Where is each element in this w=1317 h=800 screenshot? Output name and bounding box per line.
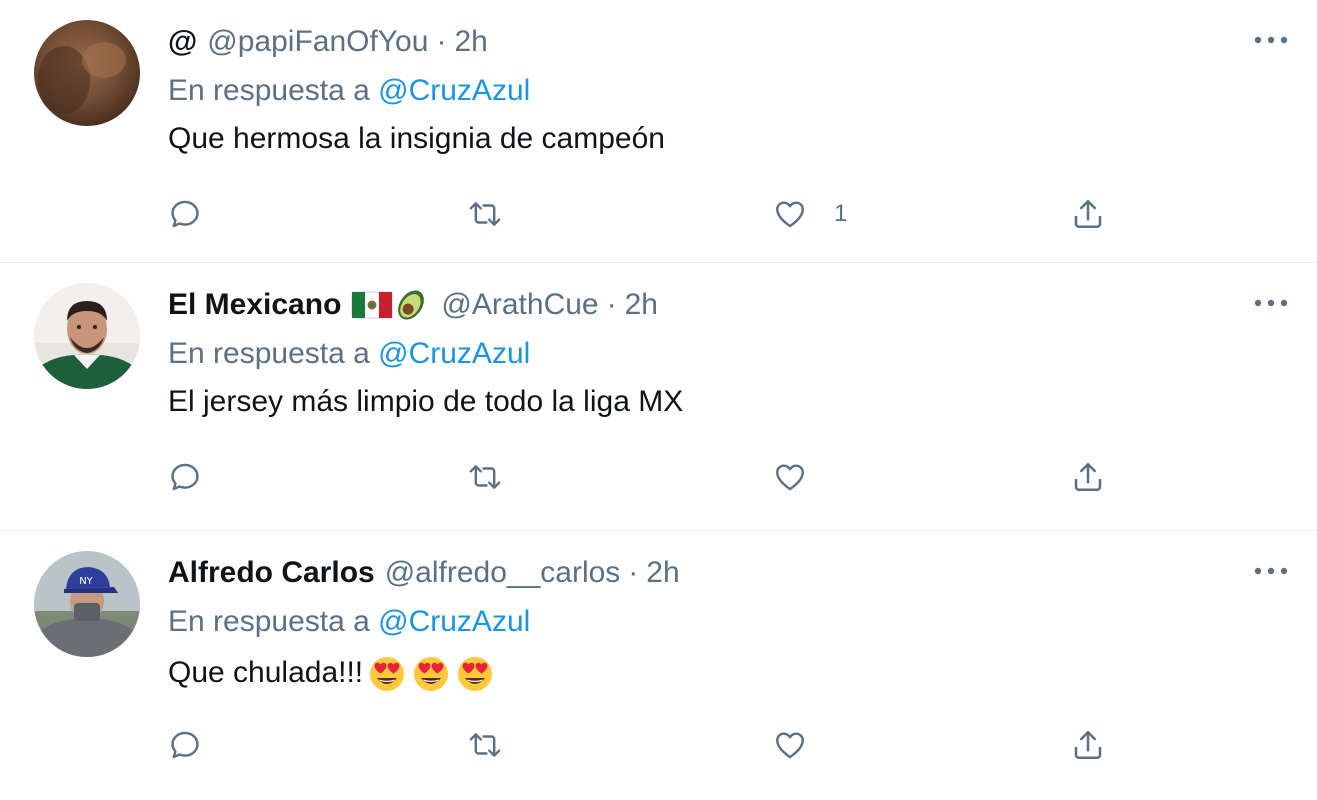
like-button[interactable]: 1 <box>772 190 847 238</box>
share-button[interactable] <box>1070 190 1106 238</box>
mexico-flag-emoji-icon <box>351 291 393 319</box>
more-options-button[interactable] <box>1251 293 1291 313</box>
display-name[interactable]: @ <box>168 25 197 59</box>
reply-mention-link[interactable]: @CruzAzul <box>378 605 530 638</box>
user-handle[interactable]: @papiFanOfYou <box>207 25 428 59</box>
separator-dot: · <box>628 556 639 589</box>
like-heart-icon <box>776 464 804 491</box>
avocado-emoji-icon <box>398 290 425 320</box>
user-handle[interactable]: @alfredo__carlos <box>385 556 621 590</box>
svg-text:NY: NY <box>79 576 93 587</box>
heart-eyes-emoji-icon <box>458 657 493 691</box>
reply-icon <box>171 463 199 491</box>
avatar[interactable] <box>34 20 140 126</box>
reply-tweet[interactable]: NY Alfredo Carlos @alfredo__carlos · 2h … <box>0 531 1317 800</box>
action-bar <box>0 453 1317 501</box>
heart-eyes-emoji-icon <box>414 657 449 691</box>
reply-button[interactable] <box>168 453 202 501</box>
more-options-button[interactable] <box>1251 561 1291 581</box>
man-blue-cap-avatar-icon: NY <box>34 551 140 657</box>
heart-eyes-emoji-icon <box>370 657 405 691</box>
tweet-header: Alfredo Carlos @alfredo__carlos · 2h <box>168 553 680 593</box>
more-options-icon <box>1254 36 1288 44</box>
more-options-button[interactable] <box>1251 30 1291 50</box>
reply-prefix: En respuesta a <box>168 605 370 638</box>
share-icon <box>1074 199 1102 229</box>
replying-to: En respuesta a @CruzAzul <box>168 337 530 371</box>
reply-feed: @ @papiFanOfYou · 2h En respuesta a @Cru… <box>0 0 1317 800</box>
timestamp[interactable]: 2h <box>454 25 487 59</box>
tweet-text: Que chulada!!! <box>168 653 497 693</box>
like-heart-icon <box>776 732 804 759</box>
tweet-text-content: Que chulada!!! <box>168 656 364 689</box>
share-button[interactable] <box>1070 453 1106 501</box>
retweet-icon <box>469 733 501 757</box>
avatar[interactable] <box>34 283 140 389</box>
retweet-button[interactable] <box>466 453 504 501</box>
retweet-button[interactable] <box>466 721 504 769</box>
brown-blurred-avatar-icon <box>34 20 140 126</box>
reply-mention-link[interactable]: @CruzAzul <box>378 74 530 107</box>
retweet-icon <box>469 465 501 489</box>
replying-to: En respuesta a @CruzAzul <box>168 74 530 108</box>
tweet-text: El jersey más limpio de todo la liga MX <box>168 385 683 419</box>
timestamp[interactable]: 2h <box>646 556 679 590</box>
reply-button[interactable] <box>168 190 202 238</box>
reply-tweet[interactable]: El Mexicano @ArathCue · 2h En respuesta … <box>0 263 1317 531</box>
reply-icon <box>171 200 199 228</box>
tweet-text-content: El jersey más limpio de todo la liga MX <box>168 385 684 418</box>
reply-button[interactable] <box>168 721 202 769</box>
man-green-jersey-avatar-icon <box>34 283 140 389</box>
name-emojis <box>351 287 429 323</box>
display-name[interactable]: El Mexicano <box>168 288 341 322</box>
reply-icon <box>171 731 199 759</box>
like-count: 1 <box>834 200 848 227</box>
like-button[interactable] <box>772 453 834 501</box>
like-heart-icon <box>776 201 804 228</box>
action-bar <box>0 721 1317 769</box>
replying-to: En respuesta a @CruzAzul <box>168 605 530 639</box>
more-options-icon <box>1254 567 1288 575</box>
user-handle[interactable]: @ArathCue <box>441 288 598 322</box>
share-button[interactable] <box>1070 721 1106 769</box>
retweet-icon <box>469 202 501 226</box>
action-bar: 1 <box>0 190 1317 238</box>
share-icon <box>1074 462 1102 492</box>
tweet-header: El Mexicano @ArathCue · 2h <box>168 285 658 325</box>
reply-tweet[interactable]: @ @papiFanOfYou · 2h En respuesta a @Cru… <box>0 0 1317 263</box>
tweet-emojis <box>365 653 497 693</box>
like-button[interactable] <box>772 721 834 769</box>
share-icon <box>1074 730 1102 760</box>
separator-dot: · <box>606 288 617 321</box>
tweet-text: Que hermosa la insignia de campeón <box>168 122 665 156</box>
more-options-icon <box>1254 299 1288 307</box>
reply-mention-link[interactable]: @CruzAzul <box>378 337 530 370</box>
tweet-header: @ @papiFanOfYou · 2h <box>168 22 488 62</box>
tweet-text-content: Que hermosa la insignia de campeón <box>168 122 665 155</box>
reply-prefix: En respuesta a <box>168 337 370 370</box>
separator-dot: · <box>436 25 447 58</box>
avatar[interactable]: NY <box>34 551 140 657</box>
retweet-button[interactable] <box>466 190 504 238</box>
reply-prefix: En respuesta a <box>168 74 370 107</box>
timestamp[interactable]: 2h <box>625 288 658 322</box>
display-name[interactable]: Alfredo Carlos <box>168 556 375 590</box>
